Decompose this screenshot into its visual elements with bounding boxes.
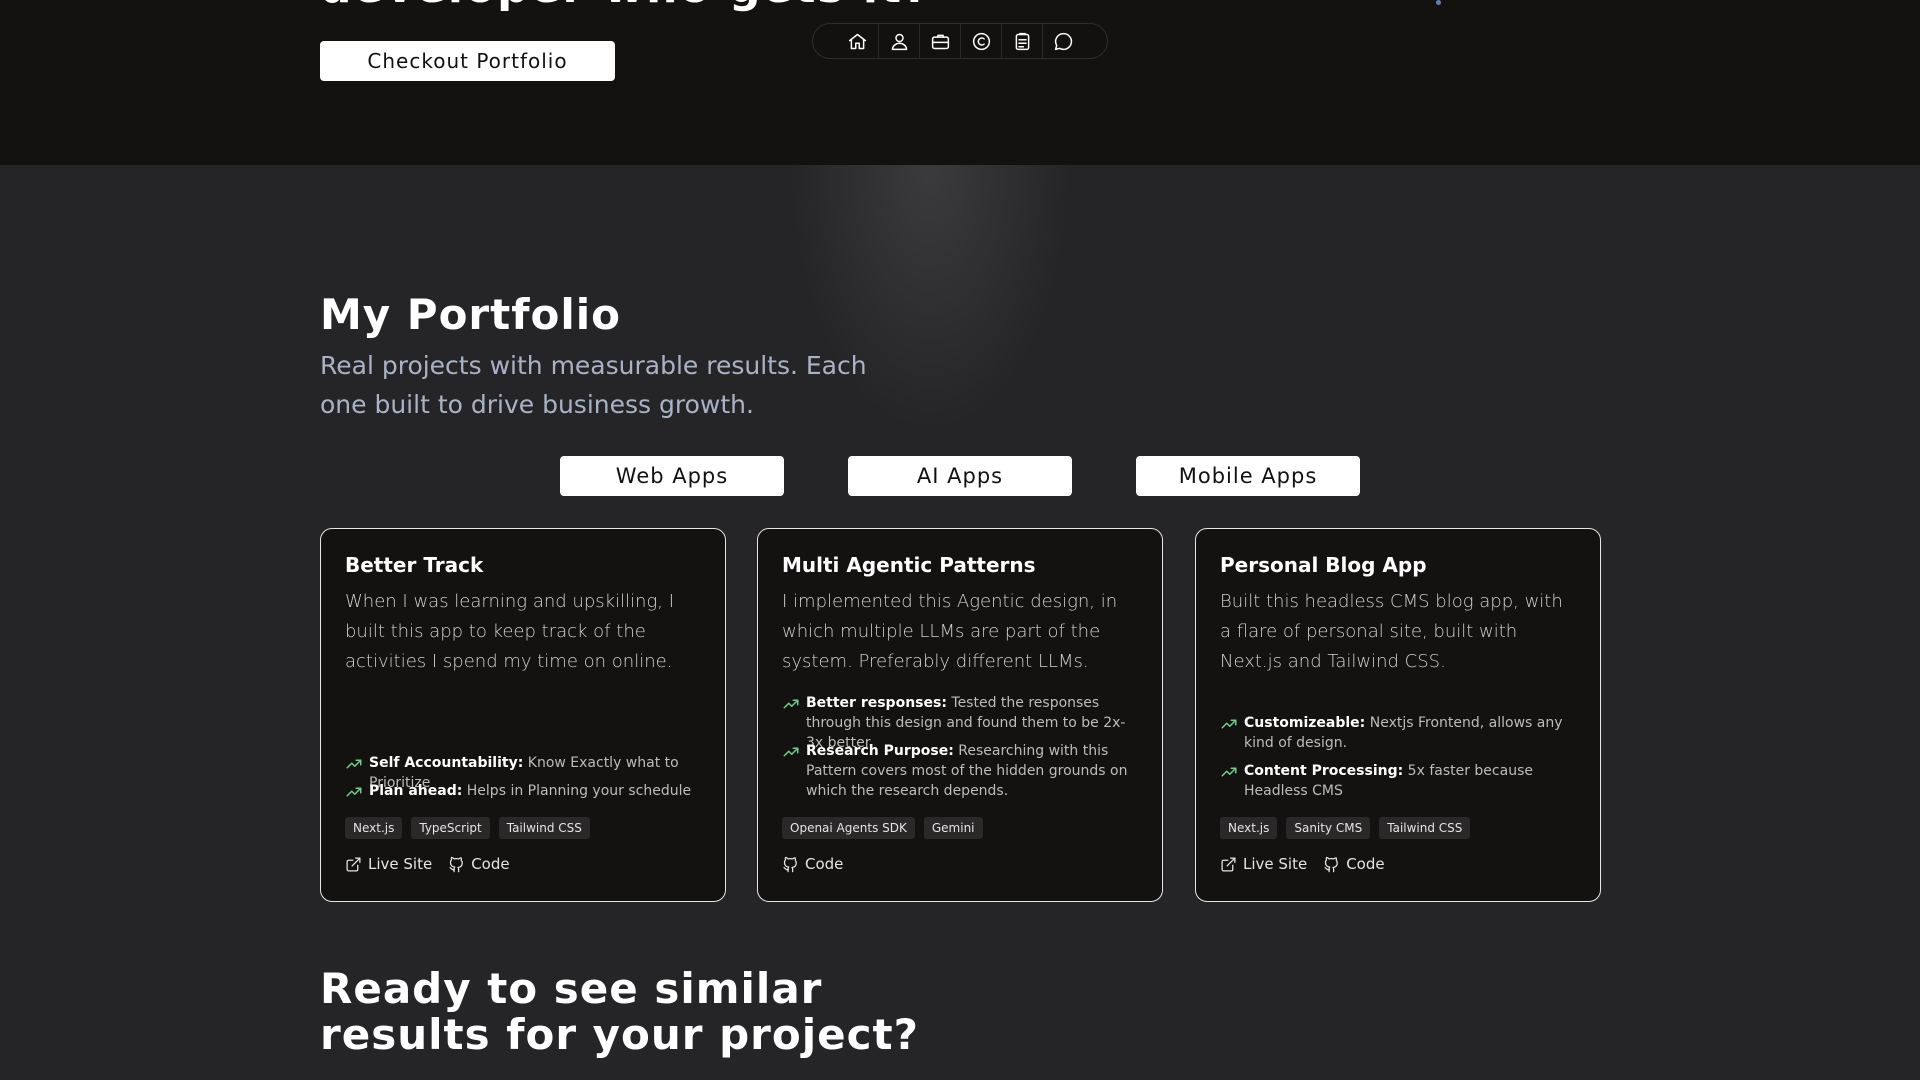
- card-description: I implemented this Agentic design, in wh…: [782, 591, 1118, 672]
- checkout-portfolio-button[interactable]: Checkout Portfolio: [320, 41, 615, 81]
- github-icon: [1324, 856, 1339, 872]
- card-feature: Plan ahead: Helps in Planning your sched…: [345, 781, 703, 801]
- card-links: Live Site Code: [1220, 855, 1385, 873]
- filter-ai-apps-button[interactable]: AI Apps: [848, 456, 1072, 496]
- nav-portfolio[interactable]: [919, 24, 960, 58]
- code-link[interactable]: Code: [782, 855, 843, 873]
- project-card: Personal Blog App Built this headless CM…: [1195, 528, 1601, 902]
- live-site-link[interactable]: Live Site: [1220, 855, 1307, 873]
- external-link-icon: [1221, 856, 1236, 872]
- live-site-label: Live Site: [368, 855, 433, 873]
- tech-tag: Next.js: [1220, 817, 1278, 839]
- user-icon: [891, 33, 907, 50]
- filter-mobile-apps-button[interactable]: Mobile Apps: [1136, 456, 1360, 496]
- tech-tag: Gemini: [923, 817, 983, 839]
- feature-label: Content Processing:: [1244, 763, 1404, 779]
- trending-up-icon: [783, 699, 799, 709]
- live-site-link[interactable]: Live Site: [345, 855, 432, 873]
- nav-about[interactable]: [878, 24, 919, 58]
- card-feature: Research Purpose: Researching with this …: [782, 741, 1140, 801]
- code-label: Code: [1346, 855, 1385, 873]
- tech-tag: Tailwind CSS: [1379, 817, 1471, 839]
- cta-heading-line2: results for your project?: [320, 1010, 919, 1059]
- feature-label: Research Purpose:: [806, 743, 954, 759]
- trending-up-icon: [346, 759, 362, 769]
- tech-tag: TypeScript: [411, 817, 490, 839]
- cta-heading: Ready to see similar results for your pr…: [320, 966, 919, 1058]
- feature-label: Customizeable:: [1244, 715, 1366, 731]
- github-icon: [449, 856, 464, 872]
- card-description: When I was learning and upskilling, I bu…: [345, 591, 675, 672]
- card-links: Code: [782, 855, 843, 873]
- feature-text: Helps in Planning your schedule: [466, 783, 692, 799]
- clipboard-icon: [1015, 32, 1029, 50]
- briefcase-icon: [931, 34, 949, 49]
- card-feature: Content Processing: 5x faster because He…: [1220, 761, 1578, 801]
- code-label: Code: [805, 855, 844, 873]
- trending-up-icon: [346, 787, 362, 797]
- tech-tag: Openai Agents SDK: [782, 817, 915, 839]
- home-icon: [848, 33, 867, 49]
- tech-tags: Next.js Sanity CMS Tailwind CSS: [1220, 817, 1471, 839]
- tech-tag: Tailwind CSS: [498, 817, 590, 839]
- tech-tags: Next.js TypeScript Tailwind CSS: [345, 817, 590, 839]
- code-link[interactable]: Code: [1323, 855, 1385, 873]
- floating-navbar: [812, 23, 1108, 59]
- card-title: Better Track: [345, 553, 484, 577]
- card-links: Live Site Code: [345, 855, 510, 873]
- filter-web-apps-button[interactable]: Web Apps: [560, 456, 784, 496]
- tech-tags: Openai Agents SDK Gemini: [782, 817, 983, 839]
- nav-services[interactable]: [960, 24, 1001, 58]
- project-card: Multi Agentic Patterns I implemented thi…: [757, 528, 1163, 902]
- live-site-label: Live Site: [1243, 855, 1308, 873]
- hero-title: developer who gets it?: [320, 0, 931, 13]
- card-title: Personal Blog App: [1220, 553, 1427, 577]
- copyright-icon: [972, 32, 990, 50]
- external-link-icon: [346, 856, 361, 872]
- project-card: Better Track When I was learning and ups…: [320, 528, 726, 902]
- feature-label: Self Accountability:: [369, 755, 524, 771]
- github-icon: [783, 856, 797, 872]
- card-feature: Customizeable: Nextjs Frontend, allows a…: [1220, 713, 1578, 753]
- trending-up-icon: [783, 747, 799, 757]
- cta-heading-line1: Ready to see similar: [320, 964, 823, 1013]
- message-icon: [1054, 32, 1072, 50]
- card-description: Built this headless CMS blog app, with a…: [1220, 591, 1563, 672]
- section-subtitle: Real projects with measurable results. E…: [320, 351, 867, 419]
- trending-up-icon: [1221, 767, 1237, 777]
- nav-contact[interactable]: [1042, 24, 1083, 58]
- feature-label: Better responses:: [806, 695, 947, 711]
- decorative-dot: [1436, 0, 1441, 5]
- feature-label: Plan ahead:: [369, 783, 463, 799]
- section-title: My Portfolio: [320, 290, 621, 339]
- trending-up-icon: [1221, 719, 1237, 729]
- nav-resume[interactable]: [1001, 24, 1042, 58]
- tech-tag: Next.js: [345, 817, 403, 839]
- card-title: Multi Agentic Patterns: [782, 553, 1036, 577]
- nav-home[interactable]: [837, 24, 878, 58]
- code-link[interactable]: Code: [448, 855, 510, 873]
- tech-tag: Sanity CMS: [1286, 817, 1371, 839]
- code-label: Code: [471, 855, 510, 873]
